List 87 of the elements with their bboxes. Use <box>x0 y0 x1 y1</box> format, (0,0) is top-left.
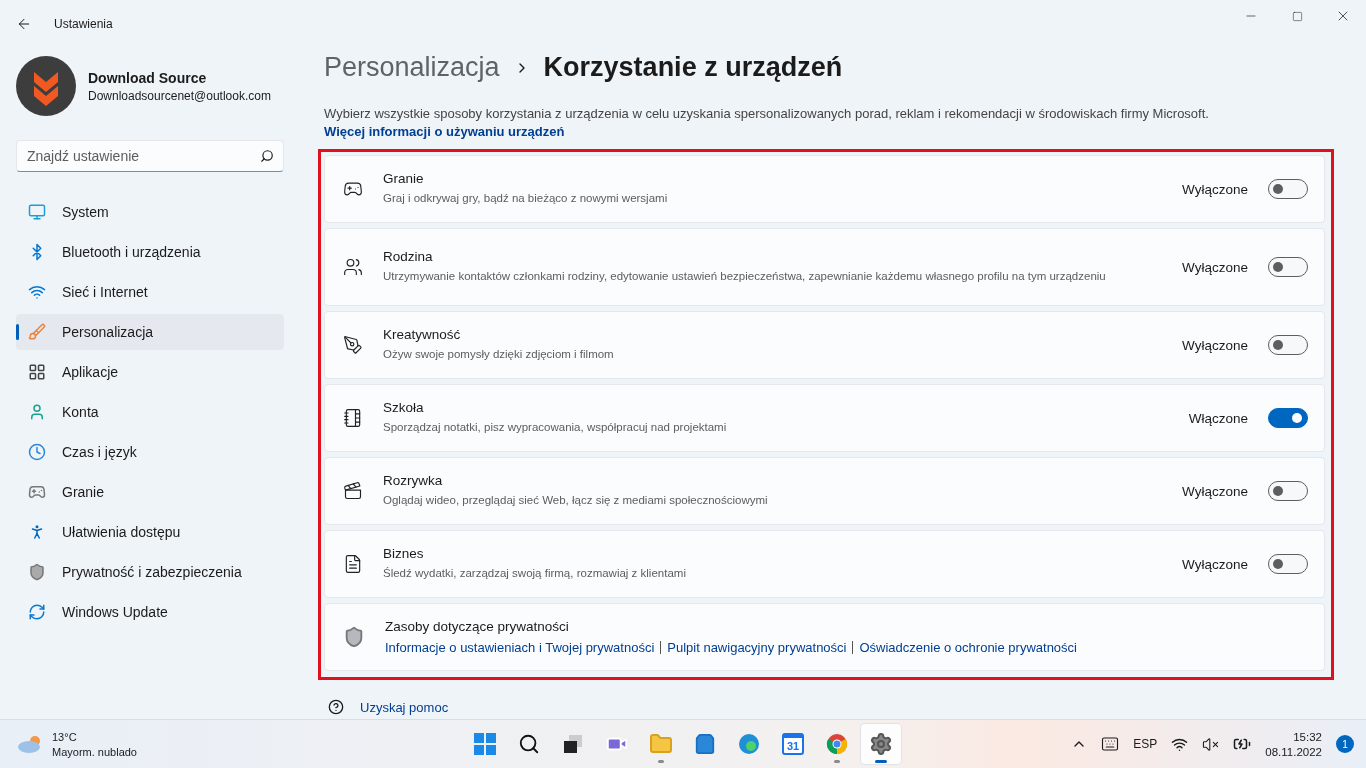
sidebar-item[interactable]: Konta <box>16 394 284 430</box>
setting-description: Śledź wydatki, zarządzaj swoją firmą, rozmawiaj z klientami <box>383 566 687 581</box>
setting-title: Zasoby dotyczące prywatności <box>385 619 570 634</box>
mute-icon[interactable] <box>1202 735 1220 753</box>
page-title: Korzystanie z urządzeń <box>543 52 843 83</box>
setting-title: Kreatywność <box>383 327 462 342</box>
help-link[interactable]: Uzyskaj pomoc <box>360 699 449 715</box>
sidebar-item[interactable]: Bluetooth i urządzenia <box>16 234 284 270</box>
setting-title: Biznes <box>383 546 425 561</box>
toggle-switch[interactable] <box>1268 481 1308 501</box>
notification-badge[interactable]: 1 <box>1336 735 1354 753</box>
window-title: Ustawienia <box>54 17 113 31</box>
language-indicator[interactable]: ESP <box>1133 737 1158 751</box>
update-icon <box>28 603 46 621</box>
toggle-state: Wyłączone <box>1182 483 1248 499</box>
notebook-icon <box>343 408 363 428</box>
toggle-state: Wyłączone <box>1182 556 1248 572</box>
setting-description: Sporządzaj notatki, pisz wypracowania, współpracuj nad projektami <box>383 420 728 435</box>
toggle-switch[interactable] <box>1268 554 1308 574</box>
setting-title: Rozrywka <box>383 473 444 488</box>
maximize-icon <box>1291 10 1303 22</box>
sidebar-item[interactable]: Personalizacja <box>16 314 284 350</box>
toggle-state: Wyłączone <box>1182 181 1248 197</box>
avatar <box>16 56 76 116</box>
info-link[interactable]: Więcej informacji o używaniu urządzeń <box>324 124 565 139</box>
breadcrumb-link[interactable]: Personalizacja <box>324 52 500 83</box>
browser-icon <box>738 733 760 755</box>
windows-icon <box>474 733 496 755</box>
gamepad-icon <box>28 483 46 501</box>
search-icon <box>518 733 540 755</box>
clock-icon <box>28 443 46 461</box>
sidebar-item[interactable]: Windows Update <box>16 594 284 630</box>
sidebar-item[interactable]: Ułatwienia dostępu <box>16 514 284 550</box>
clock-date[interactable]: 08.11.2022 <box>1265 745 1322 758</box>
browser-icon <box>826 733 848 755</box>
weather-condition: Mayorm. nublado <box>52 745 137 758</box>
brush-icon <box>28 323 46 341</box>
taskbar-app[interactable]: 31 <box>773 724 813 764</box>
sidebar-item[interactable]: System <box>16 194 284 230</box>
toggle-switch[interactable] <box>1268 335 1308 355</box>
calendar-icon: 31 <box>782 733 804 755</box>
privacy-link[interactable]: Informacje o ustawieniach i Twojej prywatności <box>385 640 655 655</box>
temperature: 13°C <box>52 730 78 743</box>
toggle-switch[interactable] <box>1268 408 1308 428</box>
settings-icon <box>869 732 893 756</box>
keyboard-icon[interactable] <box>1101 735 1120 753</box>
toggle-state: Wyłączone <box>1182 337 1248 353</box>
setting-description: Graj i odkrywaj gry, bądź na bieżąco z nowymi wersjami <box>383 191 669 206</box>
search-icon <box>260 149 274 163</box>
monitor-icon <box>28 203 46 221</box>
wifi-icon <box>28 283 46 301</box>
account-name: Download Source <box>88 69 208 86</box>
setting-title: Szkoła <box>383 400 425 415</box>
shield-icon <box>28 563 46 581</box>
toggle-switch[interactable] <box>1268 257 1308 277</box>
setting-title: Granie <box>383 171 425 186</box>
sidebar-item[interactable]: Prywatność i zabezpieczenia <box>16 554 284 590</box>
back-icon[interactable] <box>16 16 32 32</box>
setting-description: Oglądaj wideo, przeglądaj sieć Web, łącz się z mediami społecznościowymi <box>383 493 769 508</box>
task-view-icon <box>562 733 584 755</box>
privacy-link[interactable]: Pulpit nawigacyjny prywatności <box>667 640 847 655</box>
apps-icon <box>28 363 46 381</box>
sidebar-item[interactable]: Granie <box>16 474 284 510</box>
sidebar-item[interactable]: Czas i język <box>16 434 284 470</box>
toggle-switch[interactable] <box>1268 179 1308 199</box>
toggle-state: Włączone <box>1188 410 1248 426</box>
help-icon <box>328 699 344 715</box>
shield-icon <box>343 626 365 648</box>
setting-description: Utrzymywanie kontaktów członkami rodziny, edytowanie ustawień bezpieczeństwa, zapewnianie każdemu własnego profilu na tym urządzeniu <box>383 269 1107 284</box>
pen-icon <box>343 335 363 355</box>
description-text: Wybierz wszystkie sposoby korzystania z urządzenia w celu uzyskania spersonalizowanych porad, reklam i rekomendacji w środowiskach firmy Microsoft. Więcej informacji o używaniu urządzeń <box>324 105 1210 141</box>
person-icon <box>28 403 46 421</box>
document-icon <box>343 554 363 574</box>
search-field[interactable]: Znajdź ustawienie <box>16 140 284 172</box>
sidebar-item[interactable]: Sieć i Internet <box>16 274 284 310</box>
toggle-state: Wyłączone <box>1182 259 1248 275</box>
store-icon <box>694 733 716 755</box>
setting-description: Ożyw swoje pomysły dzięki zdjęciom i filmom <box>383 347 615 362</box>
setting-title: Rodzina <box>383 249 434 264</box>
people-icon <box>343 257 363 277</box>
privacy-link[interactable]: Oświadczenie o ochronie prywatności <box>859 640 1077 655</box>
account-email: Downloadsourcenet@outlook.com <box>88 88 271 103</box>
clock-time[interactable]: 15:32 <box>1293 730 1322 743</box>
clapperboard-icon <box>343 481 363 501</box>
sidebar-item[interactable]: Aplikacje <box>16 354 284 390</box>
folder-icon <box>649 732 673 756</box>
taskbar-app[interactable] <box>861 724 901 764</box>
